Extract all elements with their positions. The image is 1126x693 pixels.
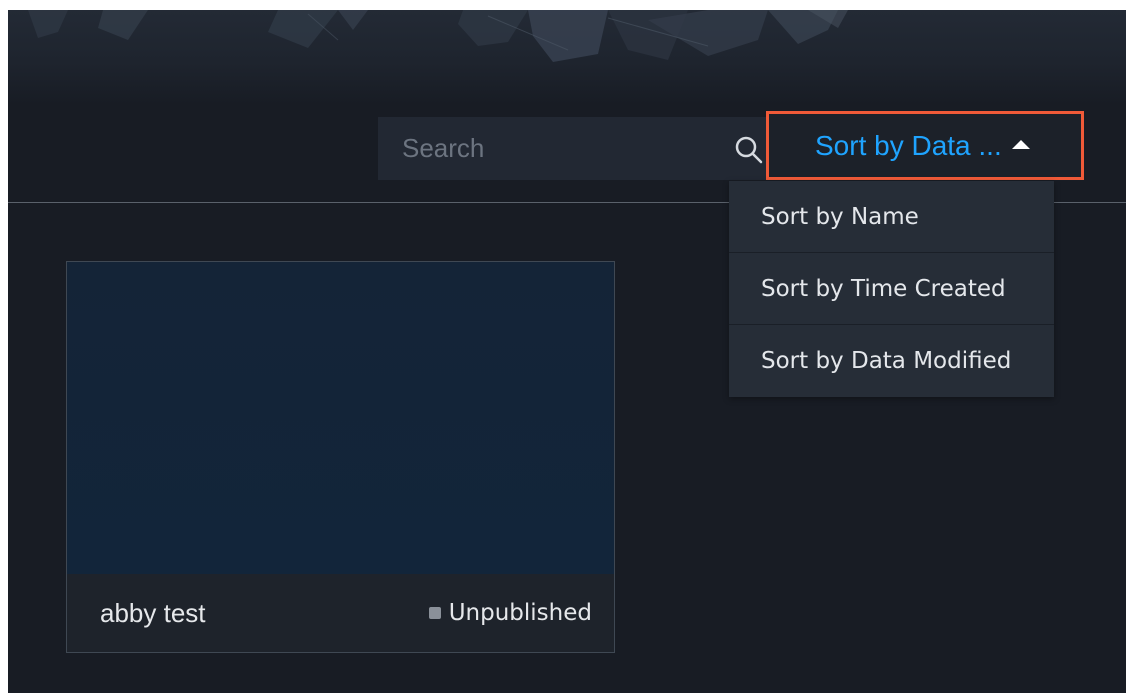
project-title: abby test (100, 598, 206, 628)
search-box (378, 117, 766, 180)
project-thumbnail[interactable] (67, 262, 614, 574)
project-card[interactable]: abby test Unpublished (66, 261, 615, 653)
status-label: Unpublished (448, 600, 592, 626)
sort-dropdown-button[interactable]: Sort by Data ... (766, 111, 1084, 180)
sort-current-label: Sort by Data ... (815, 129, 1002, 161)
sort-option-time-created[interactable]: Sort by Time Created (729, 253, 1054, 325)
sort-option-name[interactable]: Sort by Name (729, 181, 1054, 253)
sort-dropdown-menu: Sort by Name Sort by Time Created Sort b… (729, 181, 1054, 397)
caret-up-icon (1011, 140, 1030, 149)
banner-artwork (28, 10, 848, 62)
sort-option-data-modified[interactable]: Sort by Data Modified (729, 325, 1054, 397)
status-badge: Unpublished (428, 600, 592, 626)
status-dot-icon (428, 607, 441, 619)
header-banner (8, 10, 1126, 105)
search-input[interactable] (378, 117, 718, 180)
search-icon[interactable] (732, 133, 766, 167)
project-card-footer: abby test Unpublished (67, 574, 614, 652)
app-window: Sort by Data ... abby test Unpublished S… (8, 10, 1126, 693)
